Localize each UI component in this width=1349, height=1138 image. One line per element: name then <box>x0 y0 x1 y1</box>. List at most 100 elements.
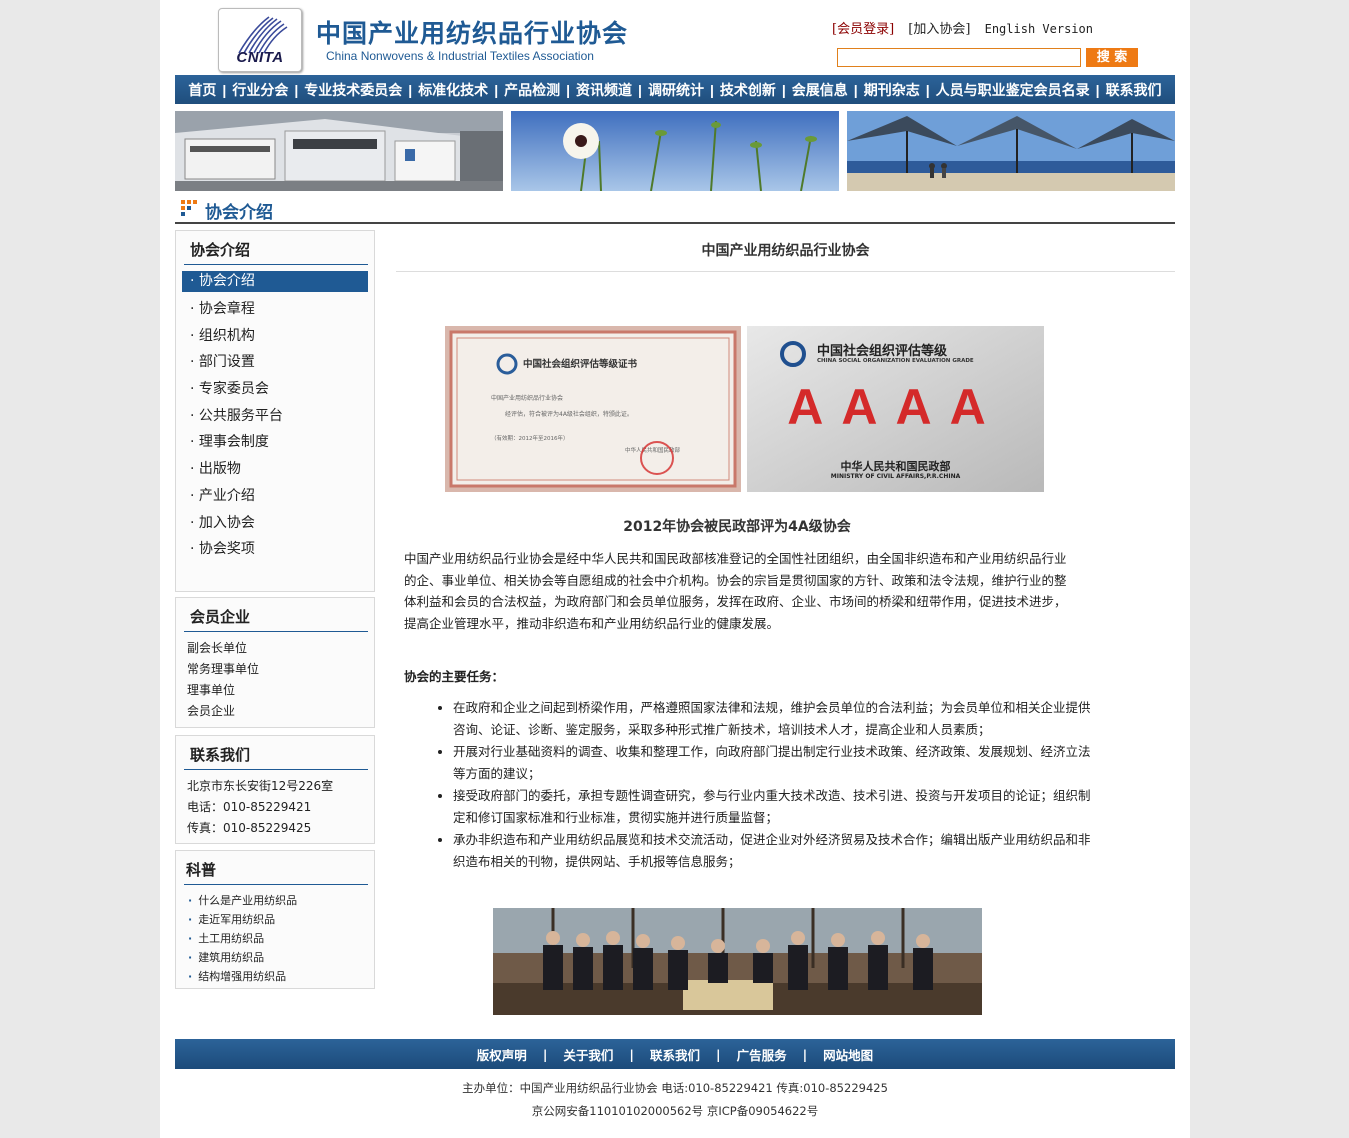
nav-item[interactable]: 专业技术委员会 <box>303 80 403 100</box>
site-logo[interactable]: CNITA <box>218 8 302 72</box>
intro-paragraph: 中国产业用纺织品行业协会是经中华人民共和国民政部核准登记的全国性社团组织，由全国… <box>404 551 1067 631</box>
certificate-heading: 中国社会组织评估等级证书 <box>523 359 638 370</box>
page: CNITA 中国产业用纺织品行业协会 China Nonwovens & Ind… <box>160 0 1190 1138</box>
nav-item[interactable]: 技术创新 <box>719 80 777 100</box>
nav-item[interactable]: 首页 <box>187 80 217 100</box>
footer-link[interactable]: 网站地图 <box>823 1045 873 1064</box>
logo-text: CNITA <box>236 49 284 66</box>
contact-phone: 电话：010-85229421 <box>187 800 312 814</box>
footer-link[interactable]: 版权声明 <box>477 1045 527 1064</box>
contact-address: 北京市东长安街12号226室 <box>187 779 334 793</box>
nav-separator: | <box>638 81 642 98</box>
nav-separator: | <box>709 81 714 98</box>
nav-item[interactable]: 调研统计 <box>647 80 705 100</box>
banner-image-textile-machinery <box>175 111 503 191</box>
site-title: 中国产业用纺织品行业协会 <box>316 20 629 48</box>
task-item: 在政府和企业之间起到桥梁作用，严格遵照国家法律和法规，维护会员单位的合法利益；为… <box>453 697 1093 741</box>
footer-link[interactable]: 联系我们 <box>650 1045 700 1064</box>
site-subtitle: China Nonwovens & Industrial Textiles As… <box>326 49 594 63</box>
nav-item[interactable]: 产品检测 <box>503 80 561 100</box>
sidebar-about-item[interactable]: · 协会章程 <box>182 296 368 323</box>
footer-nav: 版权声明 | 关于我们 | 联系我们 | 广告服务 | 网站地图 <box>175 1039 1175 1069</box>
sidebar-about-item[interactable]: · 出版物 <box>182 456 368 483</box>
certificate-image: 中国社会组织评估等级证书 中国产业用纺织品行业协会 经评估，符合被评为4A级社会… <box>445 326 741 492</box>
sidebar-science-list: 什么是产业用纺织品走近军用纺织品土工用纺织品建筑用纺织品结构增强用纺织品 <box>176 891 374 986</box>
footer-separator: | <box>629 1046 634 1062</box>
nav-item[interactable]: 资讯频道 <box>575 80 633 100</box>
sidebar-member-item[interactable]: 会员企业 <box>187 701 374 722</box>
task-item: 接受政府部门的委托，承担专题性调查研究，参与行业内重大技术改造、技术引进、投资与… <box>453 785 1093 829</box>
member-login-link[interactable]: [会员登录] <box>832 22 894 37</box>
sidebar-member-item[interactable]: 常务理事单位 <box>187 659 374 680</box>
certificate-line2: 经评估，符合被评为4A级社会组织，特颁此证。 <box>505 411 633 418</box>
sidebar-about-box: 协会介绍 · 协会介绍 · 协会章程 · 组织机构 · 部门设置 · 专家委员会 · 公共… <box>175 230 375 592</box>
footer-info-line: 主办单位：中国产业用纺织品行业协会 电话:010-85229421 传真:010… <box>462 1081 888 1095</box>
tasks-list: 在政府和企业之间起到桥梁作用，严格遵照国家法律和法规，维护会员单位的合法利益；为… <box>434 697 1093 873</box>
grade-plaque-image: 中国社会组织评估等级 CHINA SOCIAL ORGANIZATION EVA… <box>747 326 1044 492</box>
sidebar-science-item[interactable]: 结构增强用纺织品 <box>188 967 374 986</box>
sidebar-about-item[interactable]: · 协会介绍 <box>182 271 368 292</box>
nav-separator: | <box>494 81 499 98</box>
sidebar-science-item[interactable]: 建筑用纺织品 <box>188 948 374 967</box>
task-item: 承办非织造布和产业用纺织品展览和技术交流活动，促进企业对外经济贸易及技术合作；编… <box>453 829 1093 873</box>
sidebar-science-item[interactable]: 什么是产业用纺织品 <box>188 891 374 910</box>
footer-link[interactable]: 关于我们 <box>563 1045 613 1064</box>
banner-image-cotton-flower <box>511 111 839 191</box>
sidebar-about-item[interactable]: · 专家委员会 <box>182 376 368 403</box>
red-seal-icon <box>640 441 674 475</box>
nav-separator: | <box>925 81 930 98</box>
plaque-heading-en: CHINA SOCIAL ORGANIZATION EVALUATION GRA… <box>817 358 974 364</box>
join-association-link[interactable]: [加入协会] <box>908 22 970 37</box>
sidebar-members-list: 副会长单位 常务理事单位 理事单位 会员企业 <box>176 638 374 722</box>
sidebar-about-item[interactable]: · 组织机构 <box>182 323 368 350</box>
plaque-heading: 中国社会组织评估等级 <box>817 344 948 359</box>
english-version-link[interactable]: English Version <box>985 22 1093 36</box>
nav-separator: | <box>222 81 227 98</box>
section-title: 协会介绍 <box>205 203 273 222</box>
sidebar-contact-box: 联系我们 北京市东长安街12号226室 电话：010-85229421 传真：0… <box>175 735 375 844</box>
sidebar-about-list: · 协会介绍 · 协会章程 · 组织机构 · 部门设置 · 专家委员会 · 公共服务平台 ·… <box>176 271 374 563</box>
certificate-caption: 2012年协会被民政部评为4A级协会 <box>623 519 851 535</box>
main-nav: 首页 | 行业分会 | 专业技术委员会 | 标准化技术 | 产品检测 | 资讯频道 | 调研统计 | 技术创… <box>175 75 1175 104</box>
nav-item[interactable]: 人员与职业鉴定会员名录 <box>935 80 1091 100</box>
sidebar-members-title: 会员企业 <box>184 606 368 632</box>
banner-image-tent-structure <box>847 111 1175 191</box>
footer-separator: | <box>716 1046 721 1062</box>
article-title: 中国产业用纺织品行业协会 <box>701 243 870 259</box>
nav-item[interactable]: 标准化技术 <box>417 80 489 100</box>
sidebar-about-item[interactable]: · 加入协会 <box>182 510 368 537</box>
sidebar-member-item[interactable]: 理事单位 <box>187 680 374 701</box>
footer-link[interactable]: 广告服务 <box>737 1045 787 1064</box>
sidebar-science-box: 科普 什么是产业用纺织品走近军用纺织品土工用纺织品建筑用纺织品结构增强用纺织品 <box>175 850 375 989</box>
search-button[interactable]: 搜 索 <box>1086 48 1138 67</box>
plaque-ministry: 中华人民共和国民政部 <box>840 460 951 473</box>
nav-separator: | <box>781 81 786 98</box>
plaque-ministry-en: MINISTRY OF CIVIL AFFAIRS,P.R.CHINA <box>830 473 961 480</box>
nav-separator: | <box>853 81 858 98</box>
sidebar-about-item[interactable]: · 协会奖项 <box>182 536 368 563</box>
sidebar-science-title: 科普 <box>184 859 368 885</box>
grid-bullet-icon <box>181 200 197 216</box>
sidebar-about-item[interactable]: · 公共服务平台 <box>182 403 368 430</box>
nav-separator: | <box>1095 81 1100 98</box>
sidebar-science-item[interactable]: 土工用纺织品 <box>188 929 374 948</box>
sidebar-about-item[interactable]: · 部门设置 <box>182 349 368 376</box>
footer-separator: | <box>802 1046 808 1062</box>
nav-item[interactable]: 期刊杂志 <box>863 80 921 100</box>
nav-separator: | <box>408 81 413 98</box>
top-links: [会员登录] [加入协会] English Version <box>832 18 1103 37</box>
nav-item[interactable]: 行业分会 <box>231 80 289 100</box>
sidebar-member-item[interactable]: 副会长单位 <box>187 638 374 659</box>
sidebar-science-item[interactable]: 走近军用纺织品 <box>188 910 374 929</box>
nav-item[interactable]: 联系我们 <box>1105 80 1163 100</box>
contact-fax: 传真：010-85229425 <box>187 821 312 835</box>
sidebar-about-item[interactable]: · 产业介绍 <box>182 483 368 510</box>
sidebar-about-title: 协会介绍 <box>184 239 368 265</box>
nav-item[interactable]: 会展信息 <box>791 80 849 100</box>
sidebar-about-item[interactable]: · 理事会制度 <box>182 429 368 456</box>
sidebar-contact-title: 联系我们 <box>184 744 368 770</box>
certificate-line3: （有效期：2012年至2016年） <box>491 436 569 442</box>
certificate-line1: 中国产业用纺织品行业协会 <box>491 395 564 402</box>
search-input[interactable] <box>837 48 1081 67</box>
section-heading: 协会介绍 <box>175 198 1175 224</box>
